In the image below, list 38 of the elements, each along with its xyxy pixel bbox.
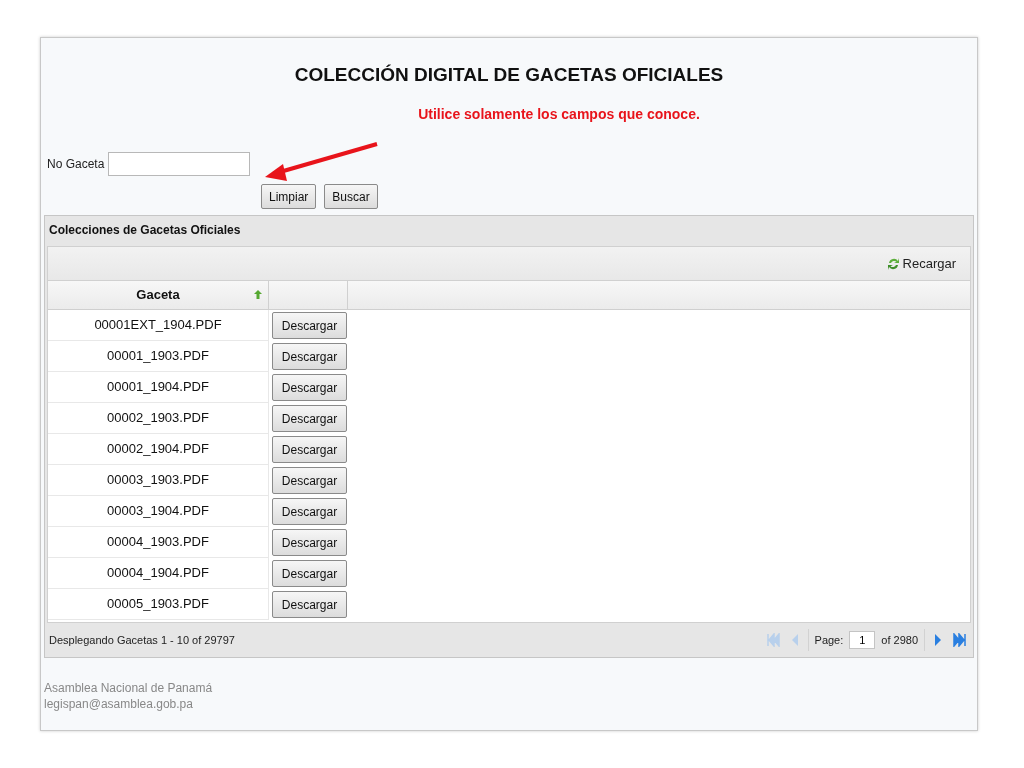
status-text: Desplegando Gacetas 1 - 10 of 29797 <box>49 634 235 646</box>
first-page-icon <box>765 633 780 647</box>
page-title: COLECCIÓN DIGITAL DE GACETAS OFICIALES <box>293 63 725 86</box>
page-label: Page: <box>814 634 844 646</box>
file-name-cell: 00001_1904.PDF <box>48 372 269 403</box>
download-button[interactable]: Descargar <box>272 560 347 587</box>
download-button[interactable]: Descargar <box>272 591 347 618</box>
reload-button[interactable]: Recargar <box>886 255 956 272</box>
file-name-cell: 00001_1903.PDF <box>48 341 269 372</box>
last-page-button[interactable] <box>951 633 969 647</box>
notice-text: Utilice solamente los campos que conoce. <box>417 106 701 122</box>
page-count: of 2980 <box>881 634 918 646</box>
file-name-cell: 00002_1904.PDF <box>48 434 269 465</box>
file-name-cell: 00001EXT_1904.PDF <box>48 310 269 341</box>
download-button[interactable]: Descargar <box>272 405 347 432</box>
download-button[interactable]: Descargar <box>272 374 347 401</box>
file-name-cell: 00002_1903.PDF <box>48 403 269 434</box>
footer-text: legispan@asamblea.gob.pa <box>44 696 194 712</box>
download-button[interactable]: Descargar <box>272 529 347 556</box>
file-name-cell: 00003_1903.PDF <box>48 465 269 496</box>
download-button[interactable]: Descargar <box>272 498 347 525</box>
panel-title: Colecciones de Gacetas Oficiales <box>48 222 242 239</box>
file-name-cell: 00004_1904.PDF <box>48 558 269 589</box>
download-button[interactable]: Descargar <box>272 312 347 339</box>
file-name-cell: 00004_1903.PDF <box>48 527 269 558</box>
field-label: No Gaceta <box>47 157 105 171</box>
last-page-icon <box>953 633 967 647</box>
footer-text: Asamblea Nacional de Panamá <box>44 680 214 696</box>
no-gaceta-field[interactable] <box>108 152 251 176</box>
download-button[interactable]: Descargar <box>272 436 347 463</box>
next-page-icon <box>933 633 943 647</box>
download-button[interactable]: Descargar <box>272 343 347 370</box>
form-button[interactable]: Limpiar <box>261 184 317 209</box>
file-name-cell: 00005_1903.PDF <box>48 589 269 620</box>
download-button[interactable]: Descargar <box>272 467 347 494</box>
file-name-cell: 00003_1904.PDF <box>48 496 269 527</box>
page-number-field[interactable]: 1 <box>849 631 876 649</box>
form-button[interactable]: Buscar <box>324 184 378 209</box>
